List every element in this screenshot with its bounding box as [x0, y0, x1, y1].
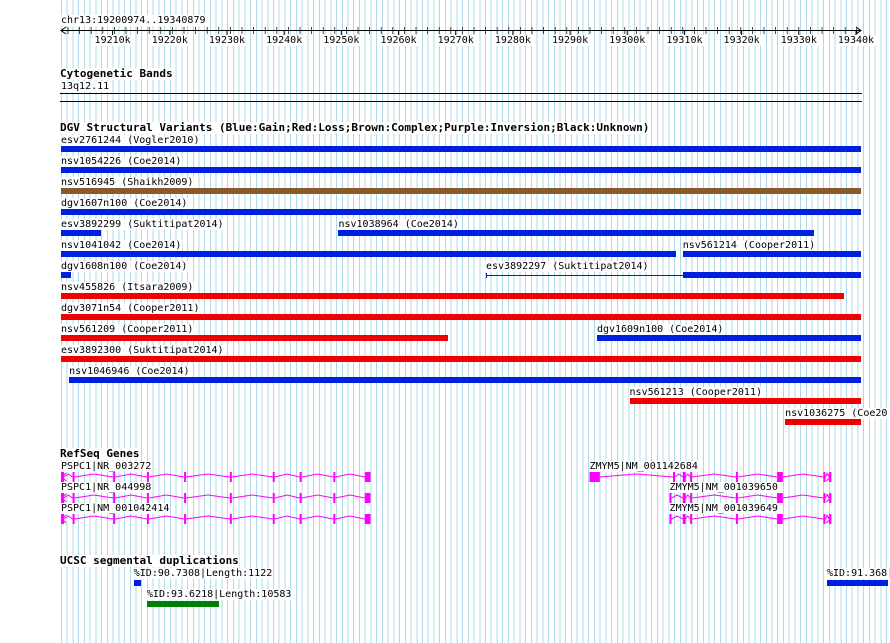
- refseq-exon: [777, 514, 783, 524]
- refseq-intron: [692, 515, 736, 520]
- genome-browser: chr13:19200974..19340879 19210k 19220k 192…: [0, 0, 890, 643]
- refseq-intron: [671, 515, 683, 520]
- refseq-intron: [685, 515, 691, 520]
- segdup-feature-bar[interactable]: [827, 580, 888, 586]
- segdup-feature-label: %ID:90.7308|Length:1122: [132, 568, 274, 579]
- segdup-feature-label: %ID:91.368|: [826, 568, 890, 579]
- refseq-intron: [737, 515, 778, 520]
- segdup-feature-label: %ID:93.6218|Length:10583: [145, 589, 293, 600]
- refseq-exon: [690, 514, 693, 524]
- segdup-feature-bar[interactable]: [133, 580, 141, 586]
- refseq-intron: [782, 515, 824, 520]
- refseq-exon: [735, 514, 738, 524]
- segdup-feature-bar[interactable]: [146, 601, 219, 607]
- refseq-gene-model[interactable]: [0, 0, 890, 643]
- refseq-exon: [823, 514, 826, 524]
- segdup-track-title[interactable]: UCSC segmental duplications: [60, 555, 239, 567]
- refseq-exon: [669, 514, 672, 524]
- refseq-exon: [682, 514, 686, 524]
